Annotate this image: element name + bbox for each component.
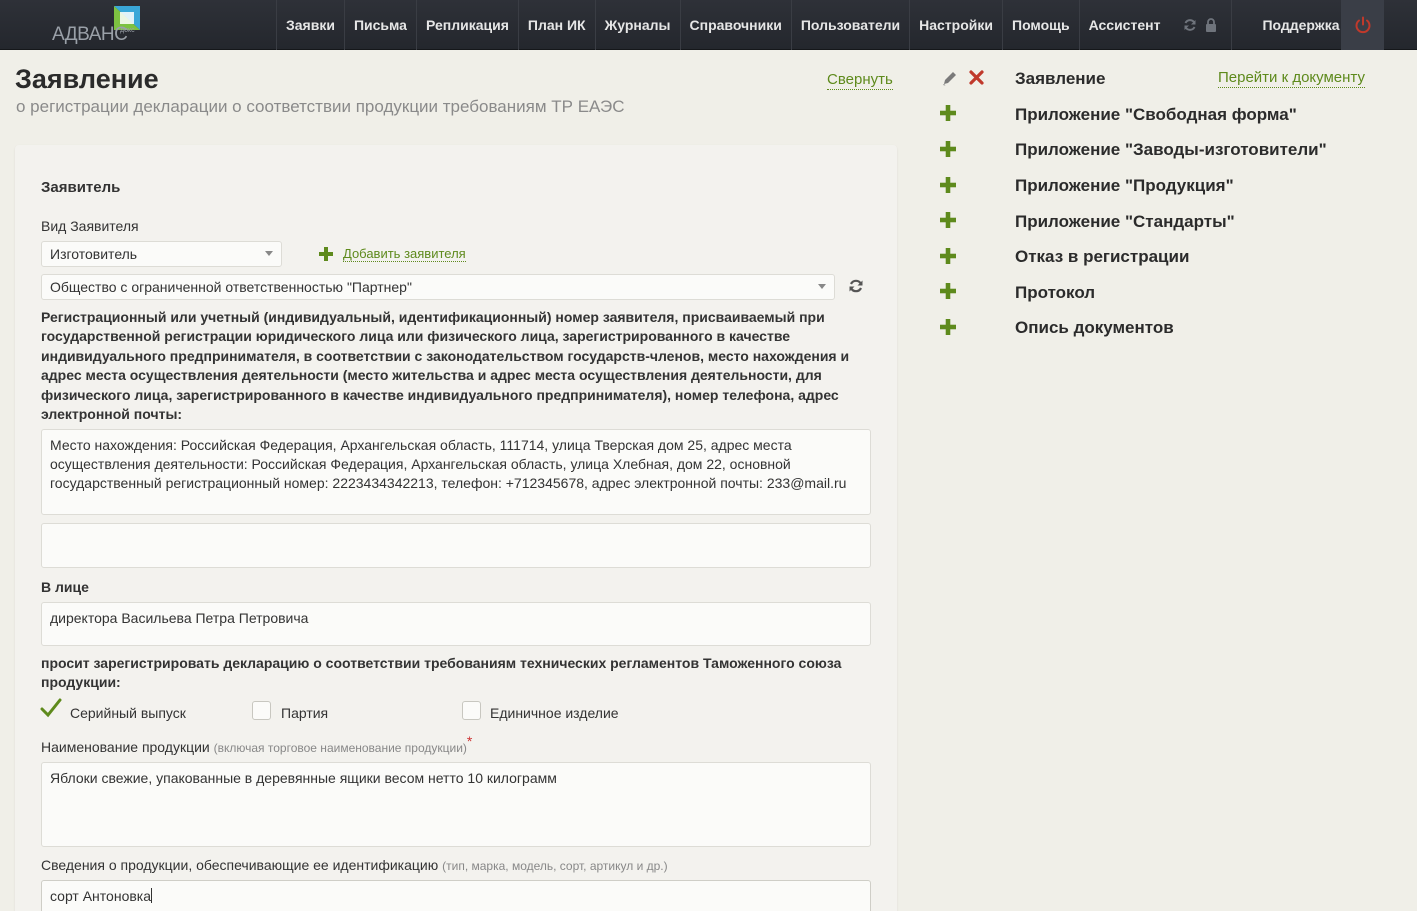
product-name-textarea[interactable]: Яблоки свежие, упакованные в деревянные … — [41, 762, 871, 847]
registration-info-textarea[interactable]: Место нахождения: Российская Федерация, … — [41, 429, 871, 515]
nav-item-pisma[interactable]: Письма — [343, 0, 416, 50]
registration-info-value: Место нахождения: Российская Федерация, … — [50, 437, 847, 491]
main-nav: Заявки Письма Репликация План ИК Журналы… — [276, 0, 1368, 50]
goto-document-link[interactable]: Перейти к документу — [1218, 69, 1365, 88]
delete-icon[interactable] — [969, 70, 984, 85]
person-value: директора Васильева Петра Петровича — [50, 610, 309, 626]
organization-select[interactable]: Общество с ограниченной ответственностью… — [41, 274, 835, 300]
logo-text: АДВАНС — [52, 24, 128, 45]
applicant-type-select[interactable]: Изготовитель — [41, 241, 282, 267]
batch-label[interactable]: Партия — [281, 705, 328, 721]
single-item-label[interactable]: Единичное изделие — [490, 705, 619, 721]
text-cursor — [151, 888, 153, 903]
product-info-label-row: Сведения о продукции, обеспечивающие ее … — [41, 857, 668, 873]
edit-icon[interactable] — [941, 69, 959, 87]
plus-icon[interactable] — [940, 283, 956, 299]
plus-icon[interactable] — [940, 212, 956, 228]
nav-status-icons — [1169, 0, 1231, 50]
add-applicant[interactable]: Добавить заявителя — [319, 246, 466, 262]
logo-subtext: докс — [120, 27, 135, 34]
person-label: В лице — [41, 579, 89, 595]
sidebar-item-factories[interactable]: Приложение "Заводы-изготовители" — [1015, 140, 1327, 160]
applicant-section-title: Заявитель — [41, 179, 121, 196]
nav-item-settings[interactable]: Настройки — [909, 0, 1002, 50]
nav-item-directories[interactable]: Справочники — [679, 0, 791, 50]
nav-item-plan-ik[interactable]: План ИК — [517, 0, 595, 50]
checkmark-icon — [40, 698, 62, 718]
product-name-label: Наименование продукции — [41, 739, 210, 755]
applicant-type-label: Вид Заявителя — [41, 218, 139, 234]
nav-item-journals[interactable]: Журналы — [594, 0, 680, 50]
person-textarea[interactable]: директора Васильева Петра Петровича — [41, 602, 871, 646]
page-title: Заявление — [15, 64, 159, 94]
nav-item-users[interactable]: Пользователи — [790, 0, 909, 50]
plus-icon[interactable] — [940, 319, 956, 335]
product-name-value: Яблоки свежие, упакованные в деревянные … — [50, 770, 557, 786]
collapse-link[interactable]: Свернуть — [827, 71, 893, 90]
nav-item-zayavki[interactable]: Заявки — [276, 0, 344, 50]
power-icon — [1355, 16, 1370, 34]
product-info-label: Сведения о продукции, обеспечивающие ее … — [41, 857, 439, 873]
logout-button[interactable] — [1341, 0, 1384, 50]
batch-checkbox[interactable] — [252, 701, 271, 720]
app-logo[interactable]: АДВАНС докс — [52, 6, 144, 45]
nav-item-replication[interactable]: Репликация — [415, 0, 518, 50]
chevron-down-icon — [265, 251, 273, 256]
product-name-hint: (включая торговое наименование продукции… — [213, 741, 467, 755]
sidebar-item-inventory[interactable]: Опись документов — [1015, 318, 1174, 338]
sidebar-item-products[interactable]: Приложение "Продукция" — [1015, 176, 1234, 196]
single-item-checkbox[interactable] — [462, 701, 481, 720]
registration-info-label: Регистрационный или учетный (индивидуаль… — [41, 309, 850, 423]
sidebar-item-standards[interactable]: Приложение "Стандарты" — [1015, 212, 1235, 232]
product-info-hint: (тип, марка, модель, сорт, артикул и др.… — [442, 859, 668, 873]
applicant-type-value: Изготовитель — [50, 246, 138, 262]
plus-icon[interactable] — [940, 105, 956, 121]
product-info-textarea[interactable]: сорт Антоновка — [41, 880, 871, 911]
plus-icon[interactable] — [940, 248, 956, 264]
sync-icon[interactable] — [1183, 18, 1197, 32]
chevron-down-icon — [818, 284, 826, 289]
nav-item-help[interactable]: Помощь — [1002, 0, 1079, 50]
form-panel: Заявитель Вид Заявителя Изготовитель Доб… — [15, 145, 897, 911]
plus-icon — [319, 247, 333, 261]
sidebar-item-protocol[interactable]: Протокол — [1015, 283, 1095, 303]
nav-item-assistant[interactable]: Ассистент — [1078, 0, 1170, 50]
serial-release-label[interactable]: Серийный выпуск — [70, 705, 186, 721]
lock-icon[interactable] — [1205, 18, 1217, 32]
add-applicant-link[interactable]: Добавить заявителя — [343, 246, 466, 262]
sidebar-item-free-form[interactable]: Приложение "Свободная форма" — [1015, 105, 1297, 125]
product-name-label-row: Наименование продукции (включая торговое… — [41, 733, 472, 755]
serial-release-checkbox[interactable] — [40, 698, 62, 720]
top-navbar: АДВАНС докс Заявки Письма Репликация Пла… — [0, 0, 1417, 50]
product-info-value: сорт Антоновка — [50, 888, 152, 904]
page-subtitle: о регистрации декларации о соответствии … — [16, 97, 625, 116]
sidebar-item-refusal[interactable]: Отказ в регистрации — [1015, 247, 1189, 267]
refresh-icon[interactable] — [848, 278, 864, 294]
plus-icon[interactable] — [940, 177, 956, 193]
organization-value: Общество с ограниченной ответственностью… — [50, 279, 412, 295]
required-mark: * — [466, 733, 473, 749]
plus-icon[interactable] — [940, 141, 956, 157]
request-label: просит зарегистрировать декларацию о соо… — [41, 655, 842, 691]
additional-info-textarea[interactable] — [41, 523, 871, 568]
sidebar-item-application[interactable]: Заявление — [1015, 69, 1105, 89]
